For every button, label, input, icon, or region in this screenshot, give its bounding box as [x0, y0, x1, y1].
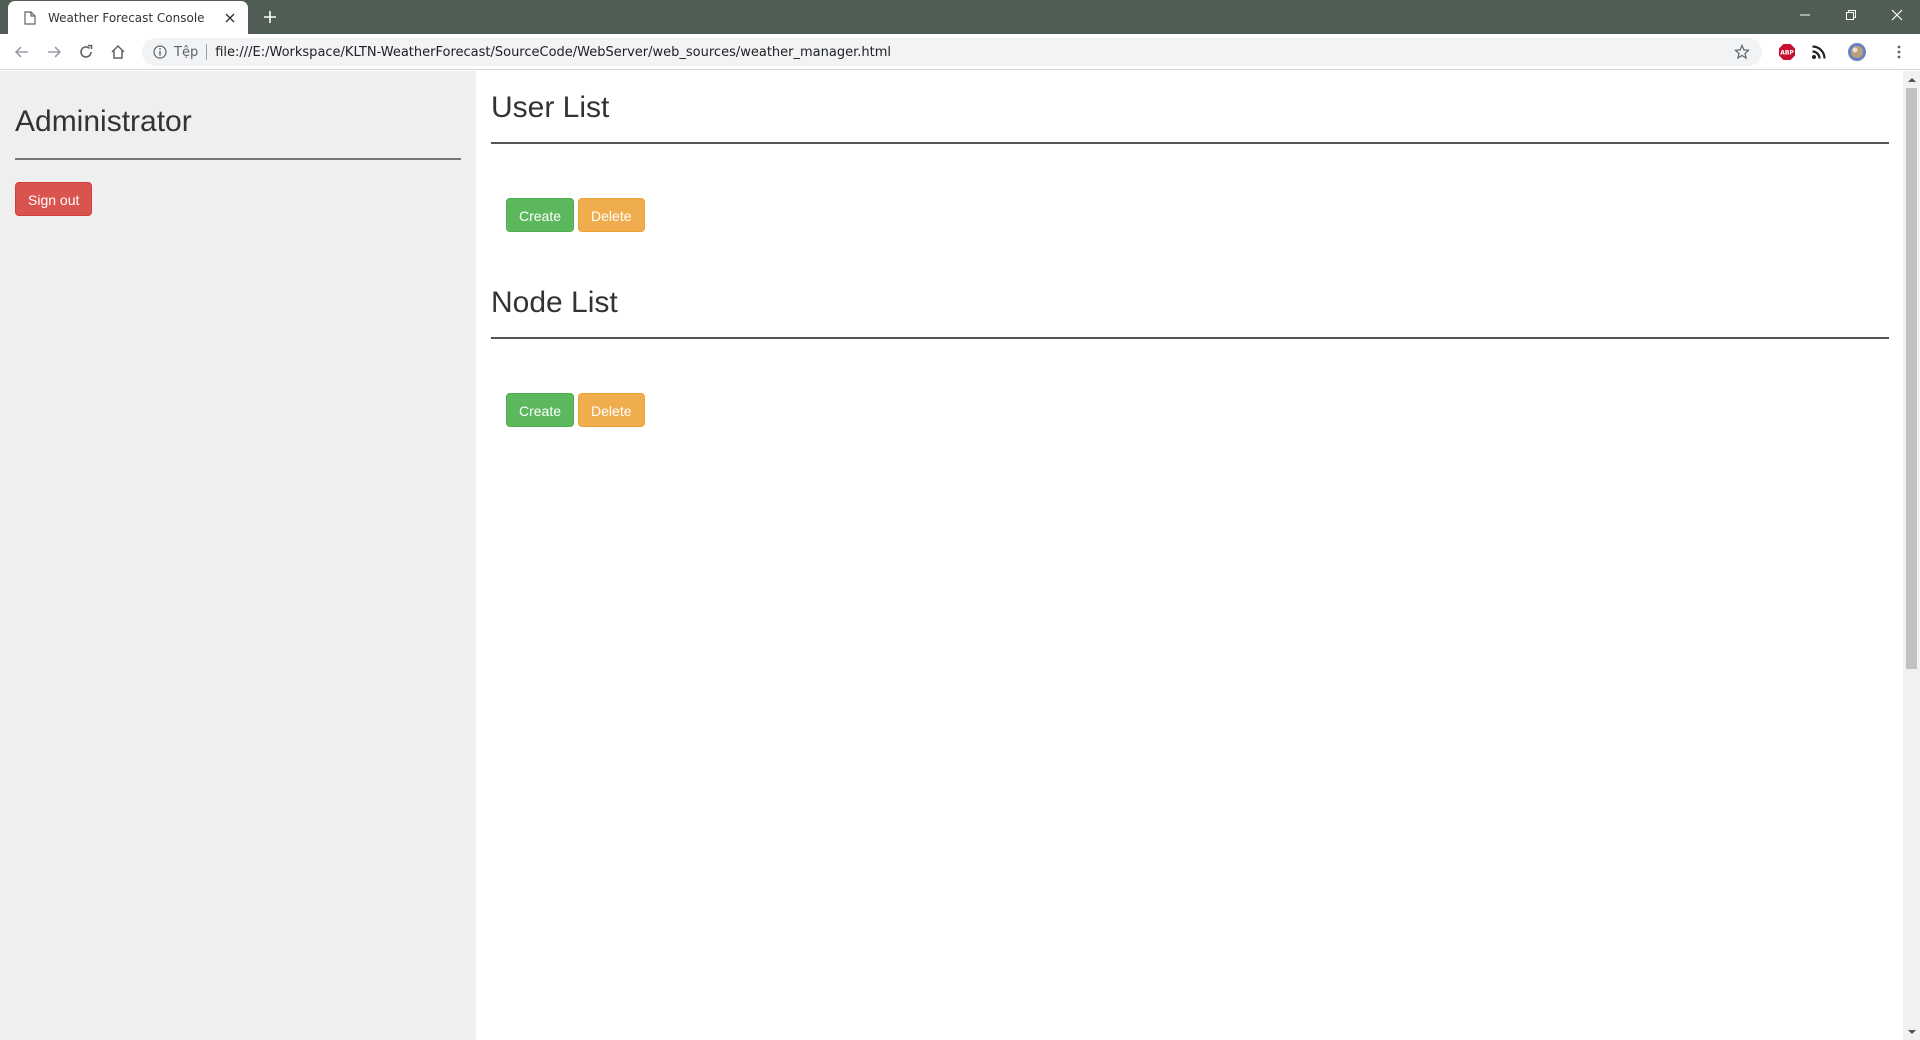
home-icon[interactable]: [104, 39, 132, 65]
menu-icon[interactable]: [1888, 42, 1910, 62]
browser-tab[interactable]: Weather Forecast Console: [8, 1, 248, 34]
browser-titlebar: Weather Forecast Console: [0, 0, 1920, 34]
close-tab-icon[interactable]: [222, 10, 238, 26]
sidebar-divider: [15, 158, 461, 160]
node-list-section: Node List Create Delete: [491, 286, 1889, 427]
adblock-icon[interactable]: ABP: [1776, 42, 1798, 62]
scroll-up-icon[interactable]: [1903, 71, 1920, 88]
tab-title: Weather Forecast Console: [48, 10, 205, 25]
node-list-actions: Create Delete: [491, 393, 1889, 427]
page-content: Administrator Sign out User List Create …: [0, 71, 1920, 1040]
svg-text:ABP: ABP: [1780, 50, 1794, 57]
user-list-section: User List Create Delete: [491, 91, 1889, 232]
new-tab-icon[interactable]: [258, 7, 282, 27]
info-icon[interactable]: [152, 44, 168, 60]
create-user-button[interactable]: Create: [506, 198, 575, 232]
sidebar: Administrator Sign out: [0, 71, 476, 1040]
sign-out-button[interactable]: Sign out: [15, 182, 93, 216]
main-panel: User List Create Delete Node List Create…: [476, 71, 1904, 1040]
delete-user-button[interactable]: Delete: [578, 198, 645, 232]
restore-icon[interactable]: [1828, 0, 1874, 30]
node-list-title: Node List: [491, 286, 618, 319]
delete-node-button[interactable]: Delete: [578, 393, 645, 427]
scrollbar-thumb[interactable]: [1906, 88, 1917, 669]
sidebar-title: Administrator: [15, 105, 192, 138]
create-node-button[interactable]: Create: [506, 393, 575, 427]
address-scheme-label: Tệp: [174, 44, 199, 60]
page-scrollbar[interactable]: [1903, 71, 1920, 1040]
browser-toolbar: Tệp file:///E:/Workspace/KLTN-WeatherFor…: [0, 34, 1920, 70]
address-bar[interactable]: Tệp file:///E:/Workspace/KLTN-WeatherFor…: [142, 38, 1762, 66]
scroll-down-icon[interactable]: [1903, 1023, 1920, 1040]
address-separator: [206, 44, 208, 60]
user-list-divider: [491, 142, 1889, 144]
address-url[interactable]: file:///E:/Workspace/KLTN-WeatherForecas…: [215, 45, 891, 60]
reload-icon[interactable]: [72, 39, 100, 65]
forward-icon[interactable]: [40, 39, 68, 65]
minimize-icon[interactable]: [1782, 0, 1828, 30]
rss-icon[interactable]: [1808, 42, 1830, 62]
close-window-icon[interactable]: [1874, 0, 1920, 30]
user-list-title: User List: [491, 91, 610, 124]
page-icon: [22, 10, 38, 26]
bookmark-star-icon[interactable]: [1734, 43, 1750, 60]
back-icon[interactable]: [8, 39, 36, 65]
user-list-actions: Create Delete: [491, 198, 1889, 232]
profile-avatar[interactable]: [1846, 42, 1868, 62]
node-list-divider: [491, 337, 1889, 339]
